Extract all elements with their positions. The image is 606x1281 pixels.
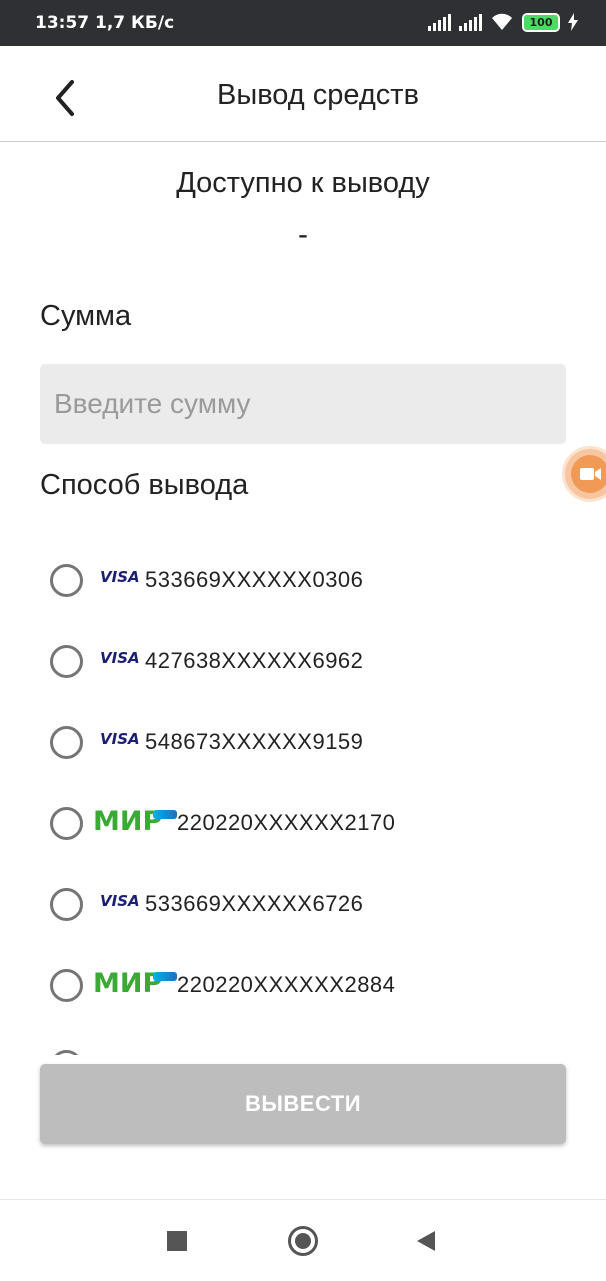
wifi-icon [492,13,512,31]
radio-button[interactable] [50,645,83,678]
available-label: Доступно к выводу [176,167,430,199]
home-icon [295,1233,311,1249]
charging-icon [568,13,578,31]
battery-icon: 100 [522,12,560,32]
method-option[interactable]: МИР 220220XXXXXX2170 [40,783,566,864]
card-brand: VISA [100,730,140,748]
page-title: Вывод средств [217,79,419,111]
method-option[interactable]: VISA 548673XXXXXX9159 [40,702,566,783]
card-number: 533669XXXXXX0306 [145,567,364,592]
method-option-partial[interactable] [40,1026,566,1055]
mir-logo-icon: МИР [93,805,177,835]
withdraw-button[interactable]: ВЫВЕСТИ [40,1064,566,1144]
visa-logo-icon: VISA [100,643,140,673]
app-header: Вывод средств [0,46,606,142]
mir-logo-graphic: МИР [93,968,177,997]
method-option[interactable]: VISA 533669XXXXXX6726 [40,864,566,945]
floating-recorder-button[interactable] [562,446,606,502]
mir-logo-icon: МИР [93,967,177,997]
method-option[interactable]: VISA 427638XXXXXX6962 [40,621,566,702]
withdraw-method-label: Способ вывода [40,469,249,501]
card-brand: VISA [100,892,140,910]
card-number: 220220XXXXXX2170 [177,810,396,835]
method-option[interactable]: МИР 220220XXXXXX2884 [40,945,566,1026]
amount-label: Сумма [40,300,132,332]
visa-logo-icon: VISA [100,886,140,916]
mir-logo-text: МИР [93,968,162,997]
visa-logo-icon: VISA [100,562,140,592]
card-number: 548673XXXXXX9159 [145,729,364,754]
status-time: 13:57 [35,13,90,33]
available-value: - [298,218,308,251]
signal-icon [428,13,451,31]
method-option[interactable]: VISA 533669XXXXXX0306 [40,540,566,621]
mir-logo-graphic: МИР [93,806,177,835]
system-navigation-bar [0,1199,606,1281]
card-brand: VISA [100,568,140,586]
back-triangle-icon[interactable] [416,1230,436,1252]
card-number: 427638XXXXXX6962 [145,648,364,673]
status-network-speed: 1,7 КБ/с [95,13,175,33]
card-brand: VISA [100,649,140,667]
radio-button[interactable] [50,726,83,759]
radio-button[interactable] [50,1050,83,1055]
card-number: 533669XXXXXX6726 [145,891,364,916]
status-icons: 100 [428,12,578,32]
status-bar: 13:57 1,7 КБ/с 100 [0,0,606,46]
radio-button[interactable] [50,807,83,840]
home-button[interactable] [288,1226,318,1256]
video-camera-icon [580,468,601,480]
recent-apps-button[interactable] [167,1231,187,1251]
visa-logo-icon: VISA [100,724,140,754]
card-number: 220220XXXXXX2884 [177,972,396,997]
radio-button[interactable] [50,969,83,1002]
radio-button[interactable] [50,888,83,921]
signal-icon-2 [459,13,482,31]
mir-logo-text: МИР [93,806,162,835]
amount-input[interactable] [40,364,566,444]
withdraw-method-list: VISA 533669XXXXXX0306 VISA 427638XXXXXX6… [0,537,606,1055]
radio-button[interactable] [50,564,83,597]
